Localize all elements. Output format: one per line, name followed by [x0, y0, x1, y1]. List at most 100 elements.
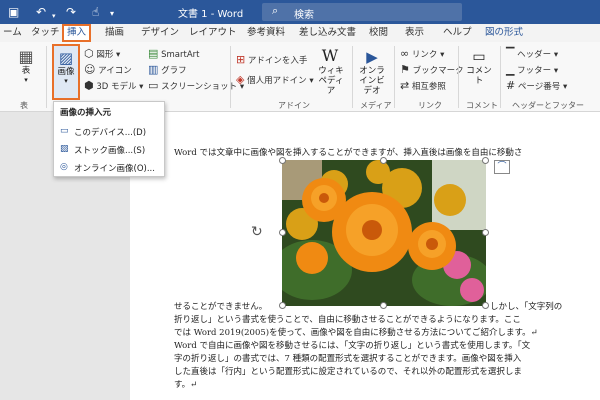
- addins-icon: ◈: [236, 73, 245, 86]
- chevron-down-icon: ▾: [64, 77, 68, 85]
- tab-design[interactable]: デザイン: [138, 26, 182, 40]
- screenshot-label: スクリーンショット: [161, 82, 238, 92]
- online-images-icon: ◎: [60, 162, 68, 172]
- smartart-label: SmartArt: [161, 50, 200, 60]
- resize-handle[interactable]: [482, 302, 489, 309]
- group-label-header-footer: ヘッダーとフッター: [512, 101, 584, 110]
- body-text-line[interactable]: す。↵: [174, 380, 197, 390]
- footer-label: フッター: [517, 66, 552, 76]
- cube-icon: ⬢: [84, 79, 94, 92]
- resize-handle[interactable]: [279, 302, 286, 309]
- tab-references[interactable]: 参考資料: [244, 26, 288, 40]
- tab-view[interactable]: 表示: [402, 26, 427, 40]
- body-text-line[interactable]: では Word 2019(2005)を使って、画像や図を自由に移動させる方法につ…: [174, 328, 538, 338]
- insert-image-dropdown: 画像の挿入元 ▭ このデバイス...(D) ▨ ストック画像...(S) ◎ オ…: [53, 101, 165, 177]
- shapes-label: 図形: [96, 50, 114, 60]
- page-number-icon: #: [506, 79, 516, 92]
- inserted-marigold-photo[interactable]: [282, 160, 486, 306]
- insert-image-button[interactable]: ▨ 画像 ▾: [52, 44, 80, 100]
- menu-item-label: このデバイス...(D): [74, 128, 147, 138]
- link-icon: ∞: [400, 47, 410, 60]
- tab-insert[interactable]: 挿入: [62, 24, 92, 42]
- body-text-line[interactable]: 字の折り返し」の書式では、7 種類の配置形式を選択することができます。画像や図を…: [174, 354, 521, 364]
- body-text-line[interactable]: Word では文章中に画像や図を挿入することができますが、挿入直後は画像を自由に…: [174, 148, 522, 158]
- group-divider: [394, 46, 395, 108]
- menu-item-this-device[interactable]: ▭ このデバイス...(D): [60, 126, 147, 138]
- chart-button[interactable]: ▥ グラフ: [148, 64, 187, 77]
- device-icon: ▭: [60, 126, 69, 136]
- get-addins-button[interactable]: ⊞ アドインを入手: [236, 54, 307, 67]
- table-button[interactable]: ▦ 表 ▾: [14, 48, 38, 85]
- cross-reference-label: 相互参照: [411, 82, 446, 92]
- icons-button[interactable]: ☺ アイコン: [84, 64, 132, 77]
- wikipedia-button[interactable]: W ウィキペディア: [316, 46, 344, 96]
- tab-help[interactable]: ヘルプ: [440, 26, 475, 40]
- body-text-line[interactable]: した直後は「行内」という配置形式に設定されているので、それ以外の配置形式を選択し…: [174, 367, 522, 377]
- tab-picture-format[interactable]: 図の形式: [482, 26, 526, 40]
- redo-icon[interactable]: ↷: [66, 4, 76, 20]
- customize-qat-icon[interactable]: ▾: [110, 6, 114, 22]
- menu-item-stock-images[interactable]: ▨ ストック画像...(S): [60, 144, 145, 156]
- chart-label: グラフ: [161, 66, 187, 76]
- resize-handle[interactable]: [482, 229, 489, 236]
- tab-mailings[interactable]: 差し込み文書: [296, 26, 359, 40]
- comment-label: コメント: [466, 66, 492, 86]
- body-text-line[interactable]: Word で自由に画像や図を移動させるには、「文字の折り返し」という書式を使用し…: [174, 341, 530, 351]
- layout-options-icon[interactable]: ⌒: [494, 160, 510, 174]
- group-divider: [46, 46, 47, 108]
- body-text-line[interactable]: 折り返し」という書式を使うことで、自由に移動させることができるようになります。こ…: [174, 315, 521, 325]
- rotate-handle-icon[interactable]: ↻: [251, 224, 263, 240]
- group-label-media: メディア: [360, 101, 392, 110]
- resize-handle[interactable]: [279, 157, 286, 164]
- body-text-line[interactable]: せることができません。: [174, 302, 267, 312]
- search-placeholder: 検索: [294, 10, 314, 21]
- bookmark-icon: ⚑: [400, 63, 410, 76]
- online-video-button[interactable]: ▶ オンラインビデオ: [356, 48, 388, 96]
- group-divider: [458, 46, 459, 108]
- save-icon[interactable]: ▣: [8, 4, 19, 20]
- resize-handle[interactable]: [482, 157, 489, 164]
- group-divider: [352, 46, 353, 108]
- cross-reference-icon: ⇄: [400, 79, 410, 92]
- undo-dropdown-icon[interactable]: ▾: [52, 8, 56, 24]
- tab-review[interactable]: 校閲: [366, 26, 391, 40]
- cross-reference-button[interactable]: ⇄ 相互参照: [400, 80, 446, 93]
- online-video-label: オンラインビデオ: [359, 66, 385, 96]
- link-button[interactable]: ∞ リンク ▾: [400, 48, 444, 61]
- bookmark-button[interactable]: ⚑ ブックマーク: [400, 64, 464, 77]
- smartart-button[interactable]: ▤ SmartArt: [148, 48, 199, 61]
- shapes-icon: ⬡: [84, 47, 94, 60]
- footer-button[interactable]: ▁ フッター ▾: [506, 64, 558, 77]
- tab-touch[interactable]: タッチ: [28, 26, 63, 40]
- resize-handle[interactable]: [380, 157, 387, 164]
- group-label-links: リンク: [418, 101, 442, 110]
- page-number-button[interactable]: # ページ番号 ▾: [506, 80, 567, 93]
- resize-handle[interactable]: [279, 229, 286, 236]
- search-icon: ⌕: [272, 4, 279, 17]
- search-box[interactable]: ⌕ 検索: [262, 3, 462, 21]
- screenshot-icon: ▭: [148, 79, 159, 92]
- group-divider: [230, 46, 231, 108]
- chart-icon: ▥: [148, 63, 159, 76]
- title-bar: ▣ ↶ ▾ ↷ ☝ ▾ 文書 1 - Word ⌕ 検索: [0, 0, 600, 24]
- menu-item-online-images[interactable]: ◎ オンライン画像(O)...: [60, 162, 155, 174]
- document-title: 文書 1 - Word: [178, 9, 244, 20]
- header-button[interactable]: ▔ ヘッダー ▾: [506, 48, 558, 61]
- store-icon: ⊞: [236, 53, 246, 66]
- group-label-comments: コメント: [466, 101, 498, 110]
- touch-mode-icon[interactable]: ☝: [92, 4, 99, 20]
- shapes-button[interactable]: ⬡ 図形 ▾: [84, 48, 120, 61]
- undo-icon[interactable]: ↶: [36, 4, 46, 20]
- resize-handle[interactable]: [380, 302, 387, 309]
- my-addins-button[interactable]: ◈ 個人用アドイン ▾: [236, 74, 314, 87]
- stock-images-icon: ▨: [60, 144, 69, 154]
- tab-home[interactable]: ーム: [0, 26, 25, 40]
- tab-draw[interactable]: 描画: [102, 26, 127, 40]
- header-icon: ▔: [506, 47, 515, 60]
- 3d-models-button[interactable]: ⬢ 3D モデル ▾: [84, 80, 143, 93]
- icons-label: アイコン: [98, 66, 132, 76]
- body-text-line[interactable]: しかし、「文字列の: [490, 302, 562, 312]
- comment-button[interactable]: ▭ コメント: [464, 48, 494, 86]
- 3d-models-label: 3D モデル: [96, 82, 137, 92]
- tab-layout[interactable]: レイアウト: [186, 26, 240, 40]
